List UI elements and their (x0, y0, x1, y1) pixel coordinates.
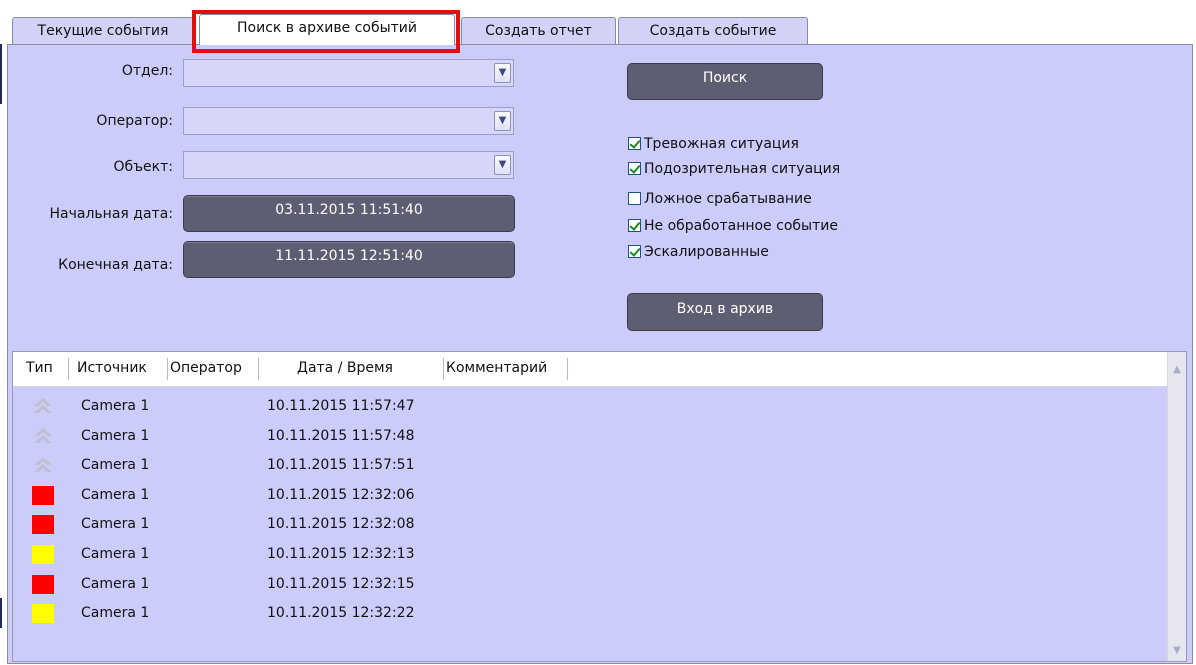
row-datetime: 10.11.2015 11:57:51 (267, 457, 415, 473)
column-header-operator[interactable]: Оператор (170, 360, 242, 376)
table-row[interactable]: Camera 1 10.11.2015 12:32:13 (13, 540, 1169, 570)
filter-escalated[interactable]: Эскалированные (628, 242, 769, 262)
chevron-down-icon[interactable]: ▼ (494, 155, 511, 175)
table-row[interactable]: Camera 1 10.11.2015 12:32:22 (13, 599, 1169, 629)
scroll-down-icon[interactable]: ▼ (1169, 643, 1185, 659)
filter-unprocessed[interactable]: Не обработанное событие (628, 216, 838, 236)
column-divider[interactable] (258, 358, 259, 380)
tab-create-event[interactable]: Создать событие (618, 17, 808, 44)
arrow-up-icon (32, 427, 54, 446)
column-header-comment[interactable]: Комментарий (446, 360, 547, 376)
table-row[interactable]: Camera 1 10.11.2015 11:57:48 (13, 422, 1169, 452)
scroll-up-icon[interactable]: ▲ (1169, 362, 1185, 378)
filter-checkbox[interactable] (628, 245, 641, 258)
row-datetime: 10.11.2015 12:32:06 (267, 487, 415, 503)
chevron-down-icon[interactable]: ▼ (494, 111, 511, 131)
department-select[interactable]: ▼ (183, 59, 514, 87)
tab-archive-search[interactable]: Поиск в архиве событий (199, 14, 455, 45)
event-type-red-marker (32, 575, 54, 594)
row-source: Camera 1 (81, 487, 150, 503)
tab-label: Поиск в архиве событий (237, 20, 417, 36)
row-datetime: 10.11.2015 12:32:22 (267, 605, 415, 621)
row-source: Camera 1 (81, 546, 150, 562)
event-type-red-marker (32, 486, 54, 505)
column-header-datetime[interactable]: Дата / Время (297, 360, 393, 376)
window-edge-mark (0, 598, 2, 628)
row-source: Camera 1 (81, 576, 150, 592)
filter-label: Тревожная ситуация (644, 136, 799, 152)
list-header: Тип Источник Оператор Дата / Время Комме… (13, 352, 1169, 387)
column-divider[interactable] (167, 358, 168, 380)
end-date-button[interactable]: 11.11.2015 12:51:40 (183, 241, 515, 278)
table-row[interactable]: Camera 1 10.11.2015 12:32:06 (13, 481, 1169, 511)
table-row[interactable]: Camera 1 10.11.2015 12:32:08 (13, 510, 1169, 540)
row-datetime: 10.11.2015 11:57:48 (267, 428, 415, 444)
filter-alarm[interactable]: Тревожная ситуация (628, 134, 799, 154)
row-datetime: 10.11.2015 12:32:15 (267, 576, 415, 592)
operator-select[interactable]: ▼ (183, 107, 514, 135)
filter-false-alarm[interactable]: Ложное срабатывание (628, 189, 812, 209)
search-button[interactable]: Поиск (627, 63, 823, 100)
tab-label: Создать отчет (485, 23, 592, 39)
row-source: Camera 1 (81, 605, 150, 621)
filter-checkbox[interactable] (628, 162, 641, 175)
filter-label: Ложное срабатывание (644, 191, 812, 207)
filter-label: Не обработанное событие (644, 218, 838, 234)
end-date-label: Конечная дата: (58, 257, 173, 273)
arrow-up-icon (32, 397, 54, 416)
tab-current-events[interactable]: Текущие события (12, 17, 194, 44)
filter-checkbox[interactable] (628, 137, 641, 150)
filter-checkbox[interactable] (628, 192, 641, 205)
window-edge-mark (0, 44, 2, 104)
object-select[interactable]: ▼ (183, 151, 514, 179)
column-divider[interactable] (443, 358, 444, 380)
row-source: Camera 1 (81, 457, 150, 473)
filter-suspicious[interactable]: Подозрительная ситуация (628, 159, 840, 179)
event-type-red-marker (32, 515, 54, 534)
start-date-button[interactable]: 03.11.2015 11:51:40 (183, 195, 515, 232)
row-source: Camera 1 (81, 516, 150, 532)
table-row[interactable]: Camera 1 10.11.2015 11:57:47 (13, 392, 1169, 422)
row-source: Camera 1 (81, 398, 150, 414)
tab-label: Текущие события (37, 23, 169, 39)
column-header-source[interactable]: Источник (77, 360, 147, 376)
enter-archive-button[interactable]: Вход в архив (627, 293, 823, 331)
tab-create-report[interactable]: Создать отчет (461, 17, 616, 44)
row-datetime: 10.11.2015 12:32:13 (267, 546, 415, 562)
column-divider[interactable] (567, 358, 568, 380)
chevron-down-icon[interactable]: ▼ (494, 63, 511, 83)
event-list: Тип Источник Оператор Дата / Время Комме… (12, 351, 1187, 662)
row-source: Camera 1 (81, 428, 150, 444)
column-header-type[interactable]: Тип (26, 360, 53, 376)
table-row[interactable]: Camera 1 10.11.2015 12:32:15 (13, 570, 1169, 600)
filter-label: Подозрительная ситуация (644, 161, 841, 177)
vertical-scrollbar[interactable]: ▲ ▼ (1167, 352, 1186, 661)
event-type-yellow-marker (32, 604, 54, 623)
start-date-label: Начальная дата: (49, 206, 173, 222)
operator-label: Оператор: (96, 113, 173, 129)
column-divider[interactable] (68, 358, 69, 380)
arrow-up-icon (32, 456, 54, 475)
table-row[interactable]: Camera 1 10.11.2015 11:57:51 (13, 451, 1169, 481)
event-type-yellow-marker (32, 545, 54, 564)
filter-checkbox[interactable] (628, 219, 641, 232)
row-datetime: 10.11.2015 12:32:08 (267, 516, 415, 532)
filter-label: Эскалированные (644, 244, 769, 260)
department-label: Отдел: (121, 63, 173, 79)
tab-label: Создать событие (649, 23, 777, 39)
row-datetime: 10.11.2015 11:57:47 (267, 398, 415, 414)
object-label: Объект: (113, 159, 174, 175)
